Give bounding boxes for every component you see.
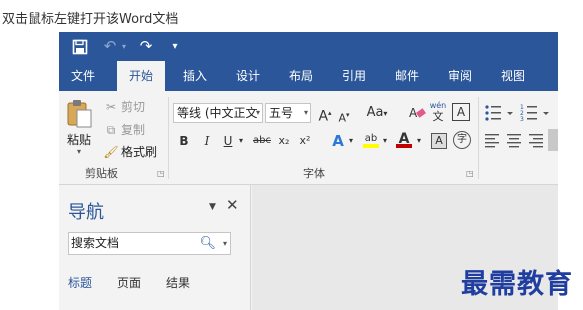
tab-home[interactable]: 开始 (117, 61, 165, 91)
align-right-icon[interactable] (528, 132, 544, 148)
paste-dropdown-icon[interactable]: ▾ (77, 147, 81, 156)
tab-review[interactable]: 审阅 (436, 61, 484, 91)
font-name-select[interactable]: 等线 (中文正文 ▾ (173, 103, 263, 123)
scissors-icon: ✂ (105, 100, 117, 114)
tab-view[interactable]: 视图 (489, 61, 537, 91)
character-shading-button[interactable]: A (431, 133, 447, 149)
enclose-characters-button[interactable]: 字 (453, 131, 471, 149)
clipboard-launcher-icon[interactable]: ◳ (157, 169, 165, 178)
font-size-select[interactable]: 五号 ▾ (265, 103, 311, 123)
character-border-button[interactable]: A (452, 103, 470, 121)
nav-tab-headings[interactable]: 标题 (68, 274, 92, 291)
align-left-icon[interactable] (484, 132, 500, 148)
change-case-button[interactable]: Aa▾ (363, 103, 391, 123)
paste-icon[interactable] (67, 98, 93, 128)
ribbon: 粘贴 ▾ ✂ 剪切 ⧉ 复制 🖌 格式刷 剪贴板 ◳ 等线 (中文正文 ▾ 五号 ▾ … (59, 91, 558, 185)
eraser-icon: A (409, 106, 426, 120)
font-color-button[interactable]: A (395, 129, 413, 149)
navigation-pane: 导航 ▼ ✕ 搜索文档 🔍︎ ▾ 标题 页面 结果 (59, 185, 251, 310)
tab-references[interactable]: 引用 (330, 61, 378, 91)
bold-button[interactable]: B (177, 131, 191, 151)
redo-icon[interactable]: ↷ (137, 36, 155, 57)
highlight-swatch (363, 144, 379, 148)
customize-qat-icon[interactable]: ▾ (169, 36, 181, 57)
strikethrough-button[interactable]: abc (252, 131, 272, 151)
highlight-button[interactable]: ab (361, 129, 381, 149)
highlight-icon: ab (364, 133, 378, 144)
format-painter-button[interactable]: 🖌 格式刷 (103, 143, 157, 161)
underline-dropdown-icon[interactable]: ▾ (236, 131, 246, 151)
chevron-down-icon[interactable]: ▾ (381, 131, 389, 151)
watermark: 最需教育 (461, 269, 573, 300)
save-icon[interactable] (71, 36, 89, 57)
tab-design[interactable]: 设计 (224, 61, 272, 91)
svg-text:3: 3 (520, 116, 524, 123)
chevron-down-icon: ▾ (255, 108, 260, 117)
clear-formatting-button[interactable]: A (407, 103, 427, 123)
tab-file[interactable]: 文件 (59, 61, 107, 91)
tab-mailings[interactable]: 邮件 (383, 61, 431, 91)
font-color-swatch (396, 144, 412, 148)
bullets-icon[interactable] (484, 103, 518, 123)
cut-label: 剪切 (121, 100, 146, 114)
nav-tab-results[interactable]: 结果 (166, 274, 190, 291)
grow-font-icon: A (318, 108, 329, 125)
grow-font-button[interactable]: A▴ (316, 103, 334, 125)
cut-button[interactable]: ✂ 剪切 (103, 98, 145, 116)
font-launcher-icon[interactable]: ◳ (466, 169, 474, 178)
font-group-label: 字体 (303, 167, 325, 180)
copy-button[interactable]: ⧉ 复制 (103, 121, 145, 139)
chevron-down-icon[interactable]: ▾ (223, 233, 227, 254)
change-case-icon: Aa (366, 105, 384, 120)
group-divider (478, 97, 479, 179)
copy-icon: ⧉ (106, 123, 116, 137)
undo-dropdown-icon[interactable]: ▾ (119, 36, 129, 57)
caption-text: 双击鼠标左键打开该Word文档 (2, 12, 179, 27)
nav-search-placeholder: 搜索文档 (71, 236, 120, 250)
subscript-button[interactable]: x₂ (276, 131, 292, 151)
nav-tab-pages[interactable]: 页面 (117, 274, 141, 291)
superscript-button[interactable]: x² (297, 131, 313, 151)
format-painter-label: 格式刷 (121, 145, 158, 159)
tab-layout[interactable]: 布局 (277, 61, 325, 91)
nav-options-icon[interactable]: ▼ (209, 202, 216, 212)
text-effects-button[interactable]: A (329, 131, 347, 151)
phonetic-guide-button[interactable]: wén 文 (429, 100, 447, 123)
clipboard-group-label: 剪贴板 (85, 167, 118, 180)
ribbon-tabs: 文件 开始 插入 设计 布局 引用 邮件 审阅 视图 (59, 61, 558, 91)
italic-button[interactable]: I (200, 131, 214, 151)
nav-pane-title: 导航 (68, 202, 104, 223)
chevron-down-icon[interactable]: ▾ (415, 131, 423, 151)
justify-button[interactable] (548, 129, 558, 151)
undo-icon[interactable]: ↶ (101, 36, 119, 57)
phonetic-char: 文 (432, 110, 444, 123)
tab-insert[interactable]: 插入 (171, 61, 219, 91)
underline-button[interactable]: U (221, 131, 235, 151)
font-size-value: 五号 (269, 106, 294, 120)
chevron-down-icon: ▾ (303, 108, 308, 117)
close-icon[interactable]: ✕ (226, 196, 239, 214)
copy-label: 复制 (121, 123, 146, 137)
chevron-down-icon[interactable]: ▾ (347, 131, 355, 151)
brush-icon: 🖌 (103, 145, 119, 159)
quick-access-toolbar: ↶ ▾ ↷ ▾ (59, 32, 558, 61)
search-icon[interactable]: 🔍︎ (199, 233, 216, 254)
group-divider (168, 97, 169, 179)
numbering-icon[interactable]: 1 2 3 (520, 103, 554, 123)
align-center-icon[interactable] (506, 132, 522, 148)
font-name-value: 等线 (中文正文 (177, 106, 258, 120)
shrink-font-icon: A (338, 111, 346, 125)
paste-button[interactable]: 粘贴 (67, 131, 91, 148)
shrink-font-button[interactable]: A▾ (336, 105, 352, 125)
nav-search-input[interactable]: 搜索文档 🔍︎ ▾ (68, 232, 231, 255)
